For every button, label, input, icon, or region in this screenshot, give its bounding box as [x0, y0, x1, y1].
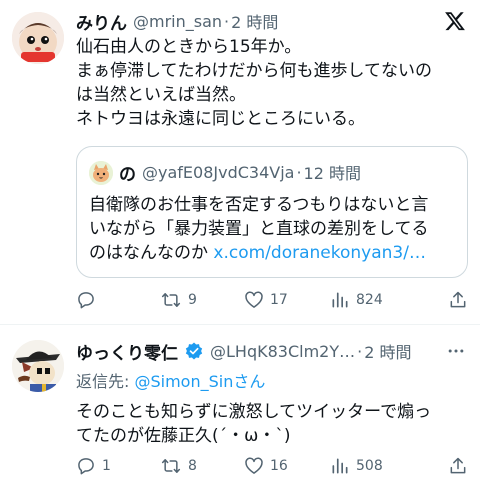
- retweet-icon: [161, 293, 181, 307]
- quoted-author-name[interactable]: の: [119, 160, 136, 185]
- more-icon[interactable]: [446, 341, 466, 366]
- reply-icon: [78, 292, 94, 309]
- reply-button[interactable]: 1: [76, 456, 111, 476]
- avatar[interactable]: [12, 12, 64, 64]
- retweet-button[interactable]: 8: [160, 456, 197, 476]
- like-icon: [245, 457, 263, 474]
- like-button[interactable]: 16: [244, 456, 288, 476]
- x-logo-icon[interactable]: [444, 10, 466, 32]
- share-button[interactable]: [448, 456, 468, 476]
- quoted-text: 自衛隊のお仕事を否定するつもりはないと言 いながら「暴力装置」と直球の差別をして…: [89, 193, 429, 265]
- timestamp[interactable]: 2 時間: [231, 9, 278, 33]
- quoted-timestamp[interactable]: 12 時間: [304, 160, 361, 184]
- retweet-count: 8: [188, 458, 197, 474]
- views-button[interactable]: 824: [330, 290, 383, 310]
- retweet-button[interactable]: 9: [160, 290, 197, 310]
- tweet-line: ネトウヨは永遠に同じところにいる。: [76, 109, 365, 129]
- retweet-count: 9: [188, 292, 197, 308]
- cat-face-icon: [89, 161, 113, 185]
- like-count: 17: [270, 292, 288, 308]
- tweet-line: は当然といえば当然。: [76, 85, 246, 105]
- quoted-line: のはなんなのか x.com/doranekonyan3/…: [89, 241, 429, 265]
- tweet-line: てたのが佐藤正久(´・ω・`): [76, 426, 291, 446]
- reply-button[interactable]: [76, 290, 102, 310]
- quoted-line: いながら「暴力装置」と直球の差別をしてる: [89, 219, 429, 239]
- reply-count: 1: [102, 458, 111, 474]
- reply-context: 返信先: @Simon_Sinさん: [76, 368, 265, 392]
- quoted-header: の @yafE08JvdC34Vja · 12 時間: [119, 159, 361, 185]
- views-icon: [332, 458, 348, 474]
- quoted-line: 自衛隊のお仕事を否定するつもりはないと言: [89, 195, 429, 215]
- tweet-divider: [0, 324, 480, 325]
- share-button[interactable]: [448, 290, 468, 310]
- like-count: 16: [270, 458, 288, 474]
- views-count: 508: [356, 458, 383, 474]
- like-button[interactable]: 17: [244, 290, 288, 310]
- quoted-author-handle[interactable]: @yafE08JvdC34Vja: [142, 163, 294, 182]
- views-icon: [332, 292, 348, 308]
- timestamp[interactable]: 2 時間: [364, 339, 411, 363]
- quoted-link[interactable]: x.com/doranekonyan3/…: [213, 243, 426, 263]
- avatar-image-icon: [12, 12, 64, 64]
- tweet-text: そのことも知らずに激怒してツイッターで煽っ てたのが佐藤正久(´・ω・`): [76, 400, 431, 448]
- reply-to-link[interactable]: @Simon_Sinさん: [134, 372, 265, 391]
- quoted-tweet[interactable]: の @yafE08JvdC34Vja · 12 時間 自衛隊のお仕事を否定するつ…: [76, 146, 468, 278]
- avatar[interactable]: [12, 340, 64, 392]
- author-handle[interactable]: @mrin_san: [133, 12, 222, 31]
- avatar-image-icon: [12, 340, 64, 392]
- tweet-header: みりん @mrin_san · 2 時間: [76, 8, 278, 34]
- reply-icon: [78, 458, 94, 475]
- share-icon: [450, 457, 466, 474]
- views-button[interactable]: 508: [330, 456, 383, 476]
- action-bar: 9 17 824: [76, 290, 470, 312]
- tweet-header: ゆっくり零仁 @LHqK83Clm2Y… · 2 時間: [76, 338, 411, 364]
- retweet-icon: [161, 459, 181, 473]
- reply-prefix: 返信先:: [76, 372, 135, 391]
- author-name[interactable]: ゆっくり零仁: [76, 339, 178, 364]
- tweet-line: まぁ停滞してたわけだから何も進歩してないの: [76, 61, 432, 81]
- author-name[interactable]: みりん: [76, 9, 127, 34]
- share-icon: [450, 291, 466, 308]
- separator-dot: ·: [357, 341, 363, 361]
- quoted-avatar[interactable]: [89, 161, 113, 185]
- verified-badge-icon: [184, 341, 204, 361]
- author-handle[interactable]: @LHqK83Clm2Y…: [210, 342, 355, 361]
- action-bar: 1 8 16 508: [76, 456, 470, 478]
- like-icon: [245, 291, 263, 308]
- views-count: 824: [356, 292, 383, 308]
- separator-dot: ·: [224, 11, 230, 31]
- quoted-line-text: のはなんなのか: [89, 243, 214, 263]
- separator-dot: ·: [296, 162, 302, 182]
- tweet-line: そのことも知らずに激怒してツイッターで煽っ: [76, 402, 432, 422]
- tweet-text: 仙石由人のときから15年か。 まぁ停滞してたわけだから何も進歩してないの は当然…: [76, 35, 432, 131]
- tweet-line: 仙石由人のときから15年か。: [76, 37, 302, 57]
